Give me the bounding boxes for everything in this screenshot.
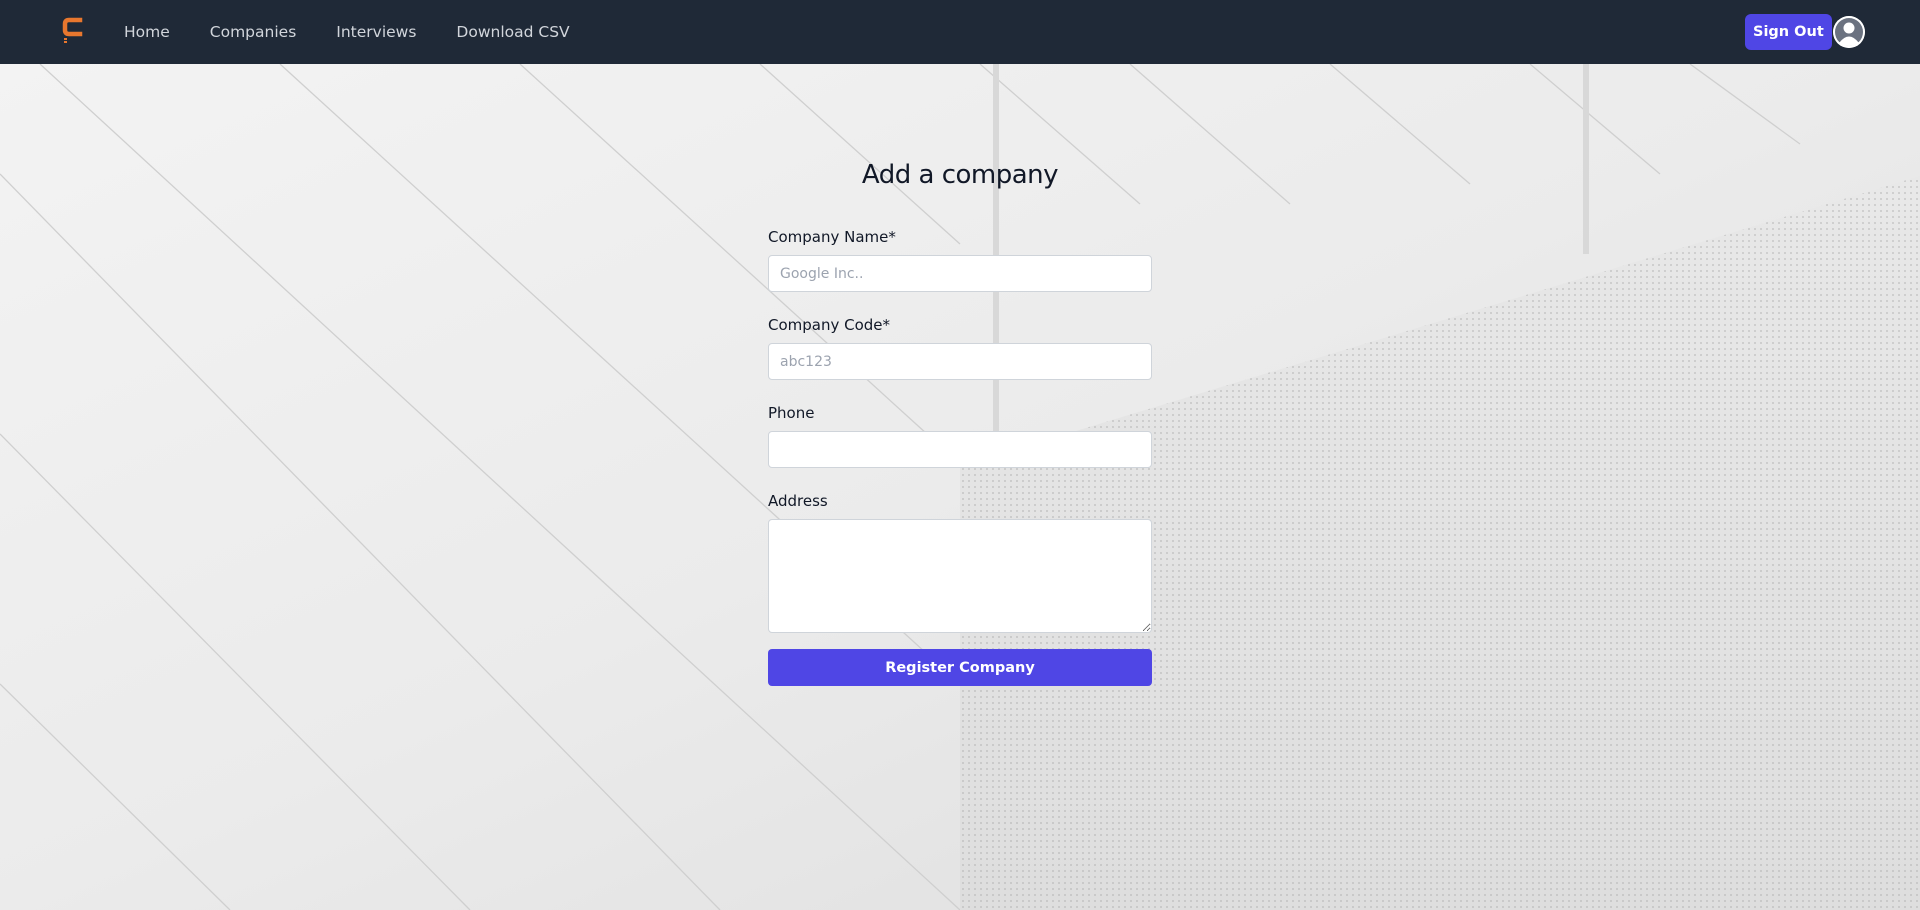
register-company-button[interactable]: Register Company [768,649,1152,686]
page-title: Add a company [861,160,1059,190]
nav-link-interviews[interactable]: Interviews [336,23,416,41]
company-code-input[interactable] [768,343,1152,380]
company-code-label: Company Code* [768,316,891,334]
brand-logo-icon[interactable] [60,15,86,47]
phone-input[interactable] [768,431,1152,468]
user-avatar-icon[interactable] [1833,16,1865,48]
nav-link-home[interactable]: Home [124,23,170,41]
company-name-input[interactable] [768,255,1152,292]
address-label: Address [768,492,828,510]
nav-link-companies[interactable]: Companies [210,23,296,41]
main-nav: Home Companies Interviews Download CSV [124,0,610,64]
address-field: Address [768,492,1152,637]
phone-label: Phone [768,404,815,422]
nav-link-download-csv[interactable]: Download CSV [456,23,569,41]
company-name-field: Company Name* [768,228,1152,292]
top-navbar: Home Companies Interviews Download CSV S… [0,0,1920,64]
add-company-form: Add a company Company Name* Company Code… [768,160,1152,686]
address-textarea[interactable] [768,519,1152,633]
sign-out-button[interactable]: Sign Out [1745,14,1832,50]
company-code-field: Company Code* [768,316,1152,380]
company-name-label: Company Name* [768,228,896,246]
phone-field: Phone [768,404,1152,468]
